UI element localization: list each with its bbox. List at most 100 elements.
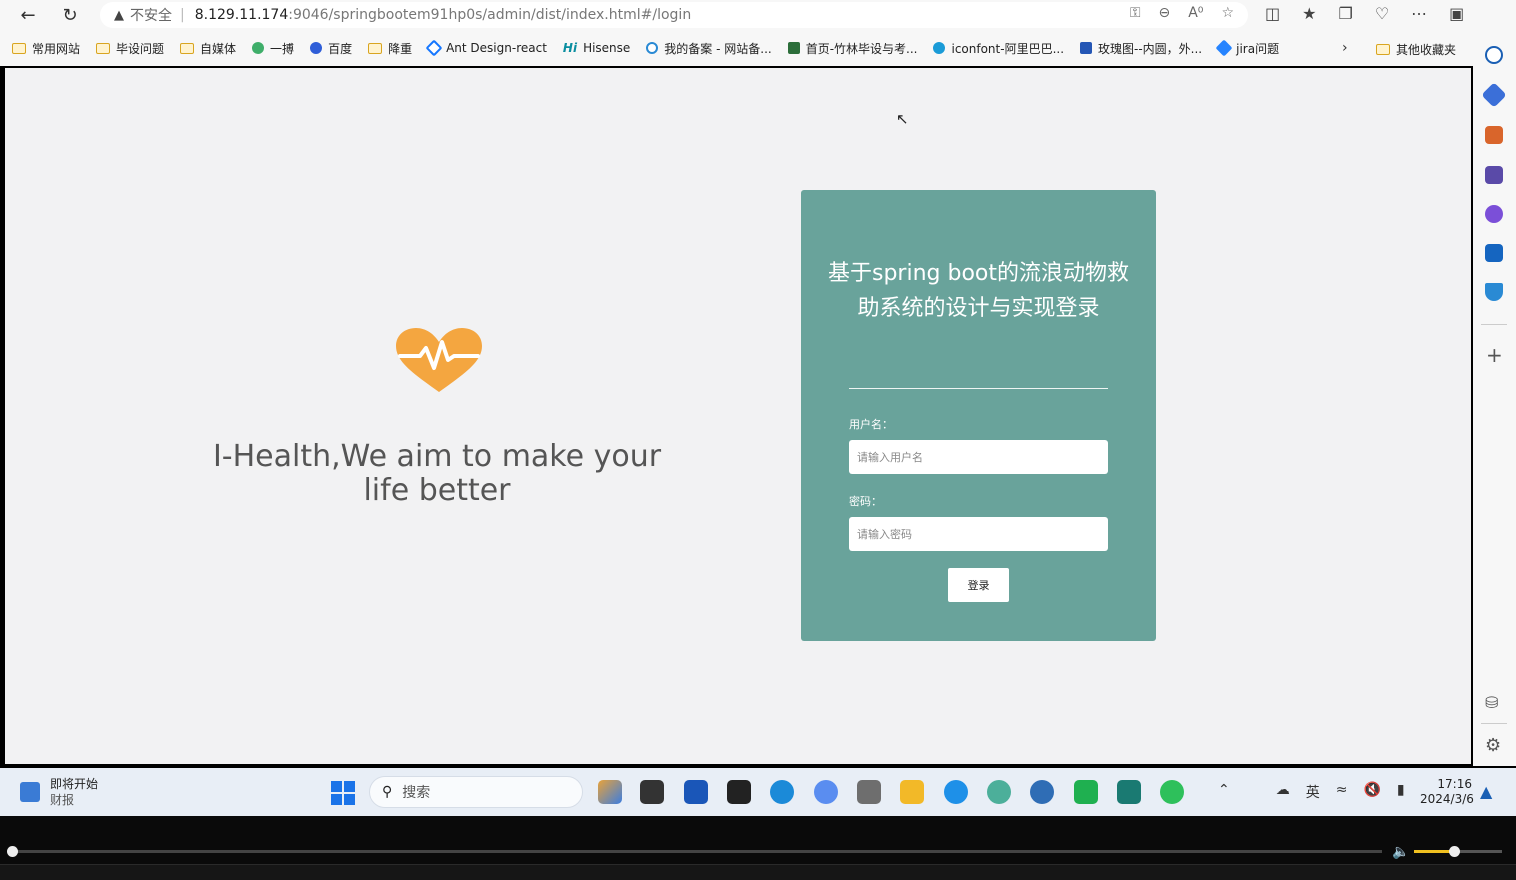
user-icon[interactable]	[857, 780, 881, 804]
clock[interactable]: 17:16 2024/3/6	[1420, 777, 1474, 807]
edge-icon[interactable]	[770, 780, 794, 804]
file-explorer-icon[interactable]	[900, 780, 924, 804]
active-app-icon[interactable]	[1117, 780, 1141, 804]
read-aloud-icon[interactable]: A⁰	[1188, 5, 1203, 21]
task-view-icon[interactable]	[640, 780, 664, 804]
add-icon[interactable]: +	[1486, 343, 1503, 367]
key-icon[interactable]: ⚿	[1130, 5, 1141, 21]
favorites-icon[interactable]: ★	[1302, 4, 1316, 23]
back-arrow-icon[interactable]: ←	[14, 1, 42, 29]
favorite-star-icon[interactable]: ☆	[1221, 5, 1234, 21]
bookmark-item[interactable]: 降重	[368, 40, 412, 57]
playback-progress-track[interactable]	[12, 850, 1382, 853]
green-app-icon[interactable]	[1074, 780, 1098, 804]
chevron-right-icon[interactable]: ›	[1342, 40, 1348, 56]
more-menu-icon[interactable]: ⋯	[1411, 4, 1427, 23]
bookmark-label: iconfont-阿里巴巴...	[951, 41, 1065, 56]
copilot-icon[interactable]	[1485, 205, 1503, 223]
bookmarks-bar: 常用网站 毕设问题 自媒体 一搏 百度 降重 Ant Design-react …	[0, 30, 1516, 66]
mouse-cursor-icon: ↖	[896, 110, 909, 128]
login-divider	[849, 388, 1108, 389]
other-bookmarks[interactable]: 其他收藏夹	[1376, 41, 1456, 58]
address-bar-actions: ⚿ ⊖ A⁰ ☆	[1130, 5, 1234, 21]
widget-title: 即将开始	[50, 777, 99, 791]
username-input[interactable]	[849, 440, 1108, 474]
bookmark-item[interactable]: 首页-竹林毕设与考...	[787, 40, 918, 57]
bookmark-item[interactable]: 自媒体	[180, 40, 236, 57]
bookmark-label: 我的备案 - 网站备...	[664, 41, 772, 56]
bookmark-label: 降重	[388, 41, 413, 56]
browser-sidebar: + ⛁ ⚙	[1473, 30, 1516, 766]
battery-icon[interactable]: ▮	[1397, 782, 1405, 802]
outlook-icon[interactable]	[1485, 244, 1503, 262]
app-swirl-icon[interactable]	[814, 780, 838, 804]
chevron-up-icon[interactable]: ⌃	[1218, 782, 1230, 802]
ime-indicator[interactable]: 英	[1306, 782, 1320, 802]
jira-icon	[1215, 39, 1233, 57]
green-circle-icon	[252, 42, 265, 54]
playback-progress-knob[interactable]	[7, 846, 18, 857]
volume-fill	[1414, 850, 1454, 853]
notification-bell-icon[interactable]: ▲	[1480, 782, 1492, 801]
split-screen-icon[interactable]: ◫	[1265, 4, 1280, 23]
search-icon[interactable]	[1485, 46, 1503, 64]
windows-start-icon[interactable]	[331, 781, 355, 805]
bookmark-item[interactable]: 毕设问题	[96, 40, 164, 57]
chess-icon[interactable]	[1485, 166, 1503, 184]
url-path: :9046/springbootem91hp0s/admin/dist/inde…	[288, 7, 692, 23]
office-icon[interactable]	[598, 780, 622, 804]
bookmark-item[interactable]: jira问题	[1215, 39, 1279, 57]
bookmark-item[interactable]: 玫瑰图--内圆，外...	[1080, 40, 1202, 57]
tag-icon[interactable]	[1481, 82, 1507, 108]
bookmark-label: 首页-竹林毕设与考...	[805, 41, 918, 56]
sidebar-divider	[1481, 723, 1507, 724]
bookmark-item[interactable]: 常用网站	[12, 40, 80, 57]
muted-speaker-icon[interactable]: 🔇	[1363, 782, 1380, 802]
bookmark-item[interactable]: 一搏	[252, 40, 294, 57]
health-icon[interactable]: ♡	[1375, 4, 1389, 23]
screen-record-icon[interactable]	[727, 780, 751, 804]
hisense-icon: Hi	[562, 41, 578, 55]
screenshot-icon[interactable]: ⛁	[1485, 693, 1498, 712]
bookmark-item[interactable]: Ant Design-react	[425, 39, 547, 57]
volume-knob[interactable]	[1448, 846, 1460, 857]
password-input[interactable]	[849, 517, 1108, 551]
address-bar[interactable]: ▲ 不安全 | 8.129.11.174:9046/springbootem91…	[100, 2, 1248, 28]
bookmark-item[interactable]: Hi Hisense	[563, 41, 630, 55]
cloud-icon[interactable]: ☁	[1276, 782, 1290, 802]
zoom-out-icon[interactable]: ⊖	[1159, 5, 1171, 21]
refresh-icon[interactable]: ↻	[56, 1, 84, 29]
globe-icon[interactable]	[1030, 780, 1054, 804]
taskbar-search-label: 搜索	[402, 785, 431, 801]
insecure-label: 不安全	[130, 8, 172, 24]
send-icon[interactable]	[1485, 283, 1503, 301]
username-label: 用户名：	[849, 418, 893, 431]
bookmark-label: Ant Design-react	[446, 41, 547, 55]
wechat-icon[interactable]	[1160, 780, 1184, 804]
store-icon[interactable]	[684, 780, 708, 804]
video-player-controls: 🔈	[0, 816, 1516, 880]
login-button[interactable]: 登录	[948, 568, 1009, 602]
toolbox-icon[interactable]	[1485, 126, 1503, 144]
bookmark-item[interactable]: iconfont-阿里巴巴...	[933, 40, 1064, 57]
ie-icon[interactable]	[944, 780, 968, 804]
sidebar-toggle-icon[interactable]: ▣	[1449, 4, 1464, 23]
bamboo-icon	[787, 42, 800, 54]
bookmark-item[interactable]: 百度	[310, 40, 352, 57]
search-icon: ⚲	[382, 784, 393, 800]
taskbar: 即将开始 财报 ⚲ 搜索 ⌃ ☁ 英 ≈ 🔇 ▮ 17:16 2024/3/6 …	[0, 768, 1516, 816]
folder-icon	[368, 42, 383, 54]
bookmark-label: 玫瑰图--内圆，外...	[1098, 41, 1203, 56]
widgets-button[interactable]: 即将开始 财报	[20, 776, 98, 808]
collections-icon[interactable]: ❐	[1338, 4, 1352, 23]
gear-icon[interactable]: ⚙	[1485, 735, 1501, 756]
system-tray: ⌃ ☁ 英 ≈ 🔇 ▮	[1218, 782, 1405, 802]
wifi-icon[interactable]: ≈	[1336, 782, 1348, 802]
bookmark-item[interactable]: 我的备案 - 网站备...	[646, 40, 772, 57]
url-host: 8.129.11.174	[194, 7, 289, 23]
toolbar-icons: ◫ ★ ❐ ♡ ⋯ ▣	[1265, 4, 1464, 23]
address-separator: |	[180, 7, 185, 23]
vpn-icon[interactable]	[987, 780, 1011, 804]
taskbar-search[interactable]: ⚲ 搜索	[369, 776, 583, 808]
volume-icon[interactable]: 🔈	[1392, 844, 1409, 860]
